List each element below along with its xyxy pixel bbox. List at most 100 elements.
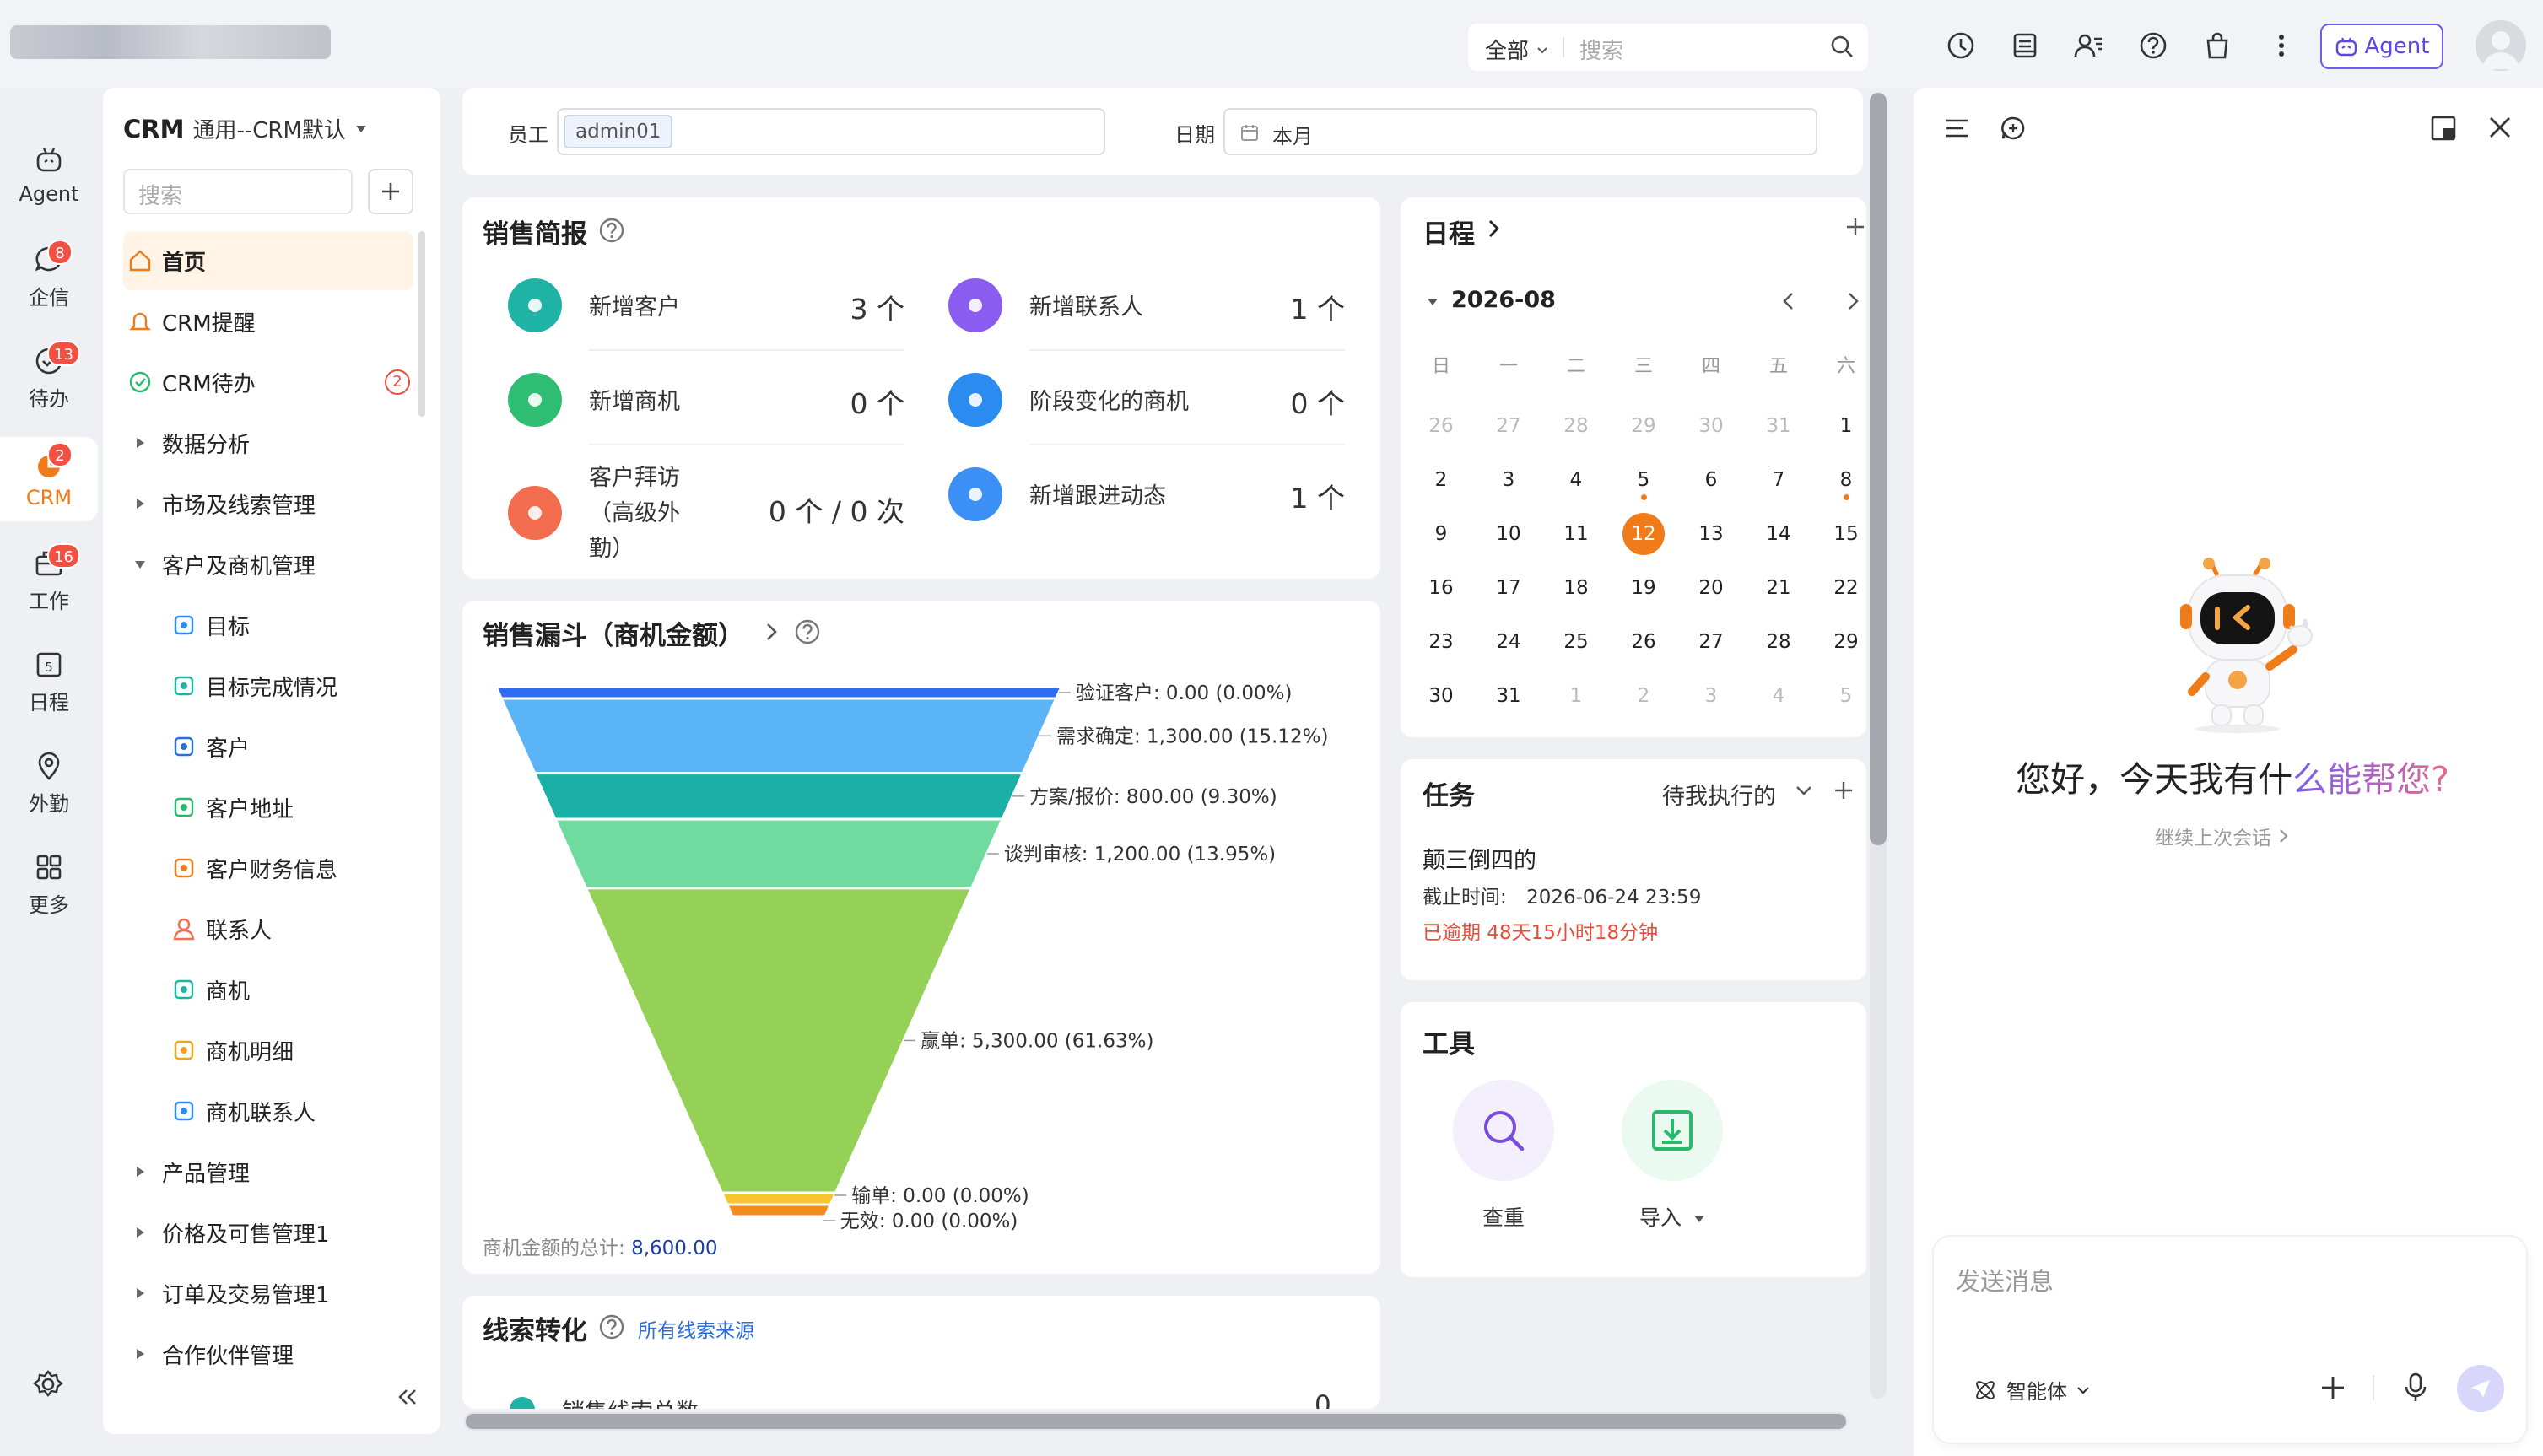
agent-button[interactable]: Agent <box>2320 24 2443 69</box>
sidebar-item[interactable]: 产品管理 <box>123 1142 413 1201</box>
nav-item-chat[interactable]: 企信 8 <box>0 235 98 319</box>
sidebar-item[interactable]: 目标完成情况 <box>123 656 413 715</box>
calendar-day[interactable]: 26 <box>1610 631 1677 671</box>
calendar-day[interactable]: 24 <box>1475 631 1542 671</box>
calendar-day[interactable]: 11 <box>1542 523 1610 564</box>
nav-item-crm[interactable]: CRM 2 <box>0 437 98 521</box>
lead-source-link[interactable]: 所有线索来源 <box>638 1314 754 1343</box>
duplicate-check-button[interactable] <box>1453 1080 1554 1181</box>
calendar-day[interactable]: 1 <box>1812 415 1866 456</box>
sidebar-item[interactable]: 合作伙伴管理 <box>123 1324 413 1383</box>
sidebar-item[interactable]: 数据分析 <box>123 413 413 472</box>
microphone-icon[interactable] <box>2403 1372 2428 1404</box>
calendar-day[interactable]: 3 <box>1677 685 1745 725</box>
calendar-day[interactable]: 29 <box>1610 415 1677 456</box>
calendar-day[interactable]: 28 <box>1542 415 1610 456</box>
date-field[interactable]: 本月 <box>1223 108 1817 155</box>
sidebar-item[interactable]: 客户 <box>123 717 413 776</box>
more-vertical-icon[interactable] <box>2265 29 2298 62</box>
calendar-day[interactable]: 7 <box>1745 469 1812 510</box>
funnel-stage-6[interactable] <box>725 1203 833 1218</box>
calendar-day[interactable]: 4 <box>1745 685 1812 725</box>
new-chat-icon[interactable] <box>2000 115 2027 142</box>
add-schedule-icon[interactable] <box>1844 216 1866 238</box>
calendar-day[interactable]: 12 <box>1610 513 1677 564</box>
calendar-day[interactable]: 21 <box>1745 577 1812 617</box>
menu-icon[interactable] <box>1944 116 1971 140</box>
calendar-day[interactable]: 2 <box>1407 469 1475 510</box>
close-icon[interactable] <box>2487 115 2513 140</box>
sidebar-item[interactable]: 目标 <box>123 596 413 655</box>
calendar-day[interactable]: 13 <box>1677 523 1745 564</box>
sidebar-item[interactable]: 商机联系人 <box>123 1081 413 1141</box>
calendar-day[interactable]: 26 <box>1407 415 1475 456</box>
calendar-month[interactable]: 2026-08 <box>1451 287 1556 313</box>
employee-tag[interactable]: admin01 <box>564 115 673 148</box>
metric-item[interactable]: 客户拜访（高级外勤） 0 个 / 0 次 <box>508 464 904 562</box>
sidebar-item[interactable]: 客户地址 <box>123 778 413 837</box>
expand-window-icon[interactable] <box>2430 115 2457 142</box>
bag-icon[interactable] <box>2200 29 2234 62</box>
vertical-scrollbar-track[interactable] <box>1870 93 1887 1399</box>
calendar-day[interactable]: 27 <box>1677 631 1745 671</box>
calendar-day[interactable]: 5 <box>1610 469 1677 510</box>
help-icon[interactable] <box>2136 29 2170 62</box>
funnel-stage-5[interactable] <box>720 1191 838 1206</box>
calendar-day[interactable]: 15 <box>1812 523 1866 564</box>
calendar-day[interactable]: 18 <box>1542 577 1610 617</box>
employee-field[interactable]: admin01 <box>557 108 1105 155</box>
tasks-filter-select[interactable]: 待我执行的 <box>1662 778 1776 811</box>
sidebar-search-input[interactable]: 搜索 <box>123 169 353 214</box>
calendar-day[interactable]: 16 <box>1407 577 1475 617</box>
nav-item-calendar[interactable]: 5 日程 <box>0 639 98 724</box>
search-icon[interactable] <box>1829 34 1855 59</box>
sidebar-item[interactable]: 客户及商机管理 <box>123 535 413 594</box>
sidebar-item[interactable]: CRM提醒 <box>123 292 413 351</box>
funnel-stage-0[interactable] <box>494 685 1063 700</box>
calendar-day[interactable]: 5 <box>1812 685 1866 725</box>
nav-item-todo[interactable]: 待办 13 <box>0 336 98 420</box>
calendar-day[interactable]: 23 <box>1407 631 1475 671</box>
funnel-stage-3[interactable] <box>553 817 1005 890</box>
calendar-day[interactable]: 17 <box>1475 577 1542 617</box>
metric-item[interactable]: 新增客户 3 个 <box>508 275 904 356</box>
settings-icon[interactable] <box>32 1368 64 1400</box>
calendar-day[interactable]: 20 <box>1677 577 1745 617</box>
caret-down-icon[interactable] <box>1426 297 1439 307</box>
import-button[interactable] <box>1622 1080 1723 1181</box>
user-avatar[interactable] <box>2476 20 2526 71</box>
message-input[interactable]: 发送消息 <box>1956 1262 2054 1297</box>
sidebar-item[interactable]: 商机 <box>123 960 413 1019</box>
calendar-day[interactable]: 3 <box>1475 469 1542 510</box>
add-button[interactable] <box>368 169 413 214</box>
calendar-day[interactable]: 27 <box>1475 415 1542 456</box>
mode-select[interactable]: 智能体 <box>1973 1375 2091 1405</box>
calendar-day[interactable]: 4 <box>1542 469 1610 510</box>
calendar-day[interactable]: 6 <box>1677 469 1745 510</box>
attach-plus-icon[interactable] <box>2319 1373 2347 1402</box>
calendar-day[interactable]: 8 <box>1812 469 1866 510</box>
sidebar-item[interactable]: 价格及可售管理1 <box>123 1203 413 1262</box>
continue-last-session-link[interactable]: 继续上次会话 <box>2155 822 2290 850</box>
sidebar-item[interactable]: 市场及线索管理 <box>123 474 413 533</box>
contacts-icon[interactable] <box>2072 29 2106 62</box>
calendar-day[interactable]: 10 <box>1475 523 1542 564</box>
sidebar-item[interactable]: CRM待办 2 <box>123 353 413 412</box>
crm-app-switcher[interactable]: CRM 通用--CRM默认 <box>123 113 368 144</box>
search-scope-select[interactable]: 全部 <box>1485 34 1549 65</box>
prev-month-icon[interactable] <box>1780 290 1797 312</box>
metric-item[interactable]: 阶段变化的商机 0 个 <box>948 369 1345 450</box>
sidebar-item[interactable]: 商机明细 <box>123 1021 413 1080</box>
help-icon[interactable] <box>597 1313 626 1341</box>
calendar-day[interactable]: 25 <box>1542 631 1610 671</box>
sidebar-scrollbar[interactable] <box>418 231 425 417</box>
sidebar-item[interactable]: 客户财务信息 <box>123 839 413 898</box>
caret-down-icon[interactable] <box>1693 1215 1705 1223</box>
nav-item-work[interactable]: 工作 16 <box>0 538 98 623</box>
calendar-day[interactable]: 31 <box>1475 685 1542 725</box>
add-task-icon[interactable] <box>1833 779 1855 801</box>
calendar-day[interactable]: 14 <box>1745 523 1812 564</box>
metric-item[interactable]: 新增商机 0 个 <box>508 369 904 450</box>
calendar-day[interactable]: 19 <box>1610 577 1677 617</box>
sidebar-item[interactable]: 首页 <box>123 231 413 290</box>
